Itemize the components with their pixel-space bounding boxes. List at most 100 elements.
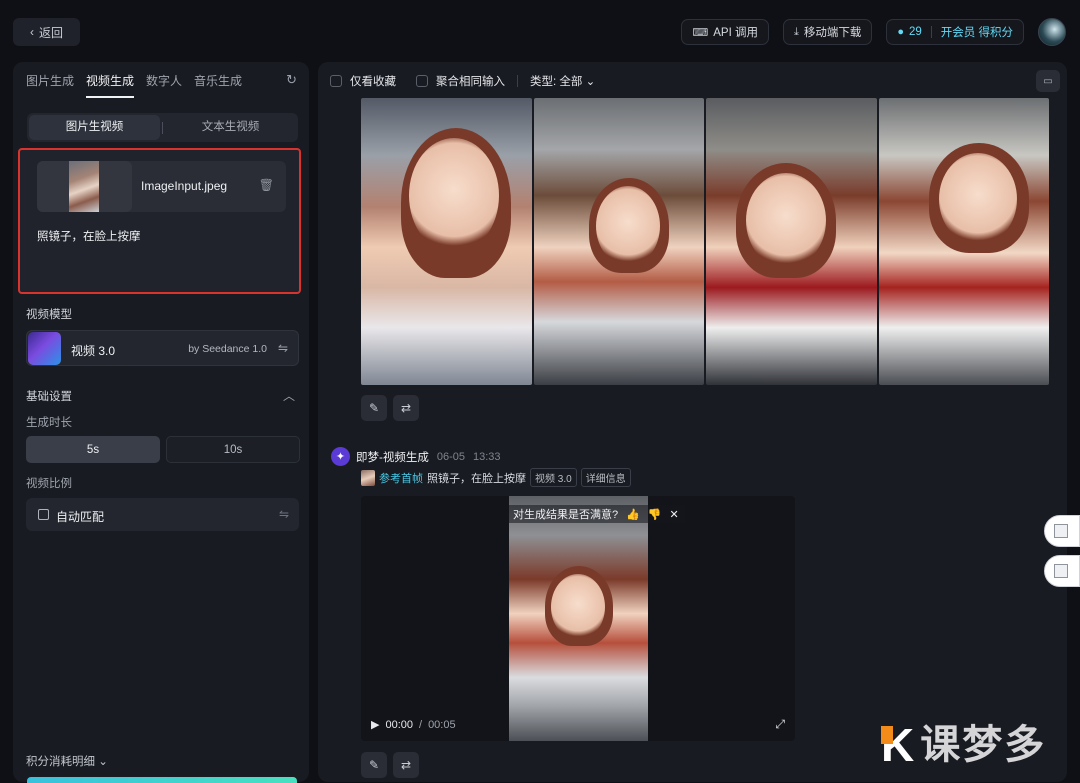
tab-image-to-video[interactable]: 图片生视频 <box>29 115 160 140</box>
generation-title: 即梦-视频生成 <box>356 451 429 464</box>
api-icon: ⌨ <box>692 26 709 39</box>
adjust-icon[interactable]: ⇋ <box>279 507 289 521</box>
left-panel: 图片生成 视频生成 数字人 音乐生成 ↻ 图片生视频 文本生视频 ImageIn… <box>13 62 309 783</box>
jimeng-logo-icon: ✦ <box>331 447 350 466</box>
avatar[interactable] <box>1038 18 1066 46</box>
video-mode-tabs: 图片生视频 文本生视频 <box>27 113 298 142</box>
tab-music-gen[interactable]: 音乐生成 <box>194 72 242 98</box>
floating-button-2[interactable] <box>1044 555 1080 587</box>
api-label: API 调用 <box>713 27 758 39</box>
thumbnail-image <box>69 161 99 212</box>
feedback-bar: 对生成结果是否满意? 👍 👎 ✕ <box>509 505 685 523</box>
adjust-icon[interactable]: ⇋ <box>278 341 288 355</box>
duration-10s-button[interactable]: 10s <box>166 436 300 463</box>
vip-label: 开会员 得积分 <box>940 27 1013 39</box>
video-controls: ▶ 00:00 / 00:05 <box>371 718 456 732</box>
model-section-label: 视频模型 <box>26 309 72 321</box>
ratio-icon <box>38 509 49 520</box>
floating-button-1[interactable] <box>1044 515 1080 547</box>
close-icon[interactable]: ✕ <box>670 508 679 521</box>
reference-thumbnail[interactable] <box>361 469 375 486</box>
only-favorites-checkbox[interactable] <box>330 75 342 87</box>
total-time: 00:05 <box>428 718 456 731</box>
tab-digital-human[interactable]: 数字人 <box>146 72 182 98</box>
mobile-download-button[interactable]: ⤓ 移动端下载 <box>782 19 873 45</box>
video-frame <box>509 496 648 741</box>
aggregate-checkbox[interactable] <box>416 75 428 87</box>
prompt-text[interactable]: 照镜子，在脸上按摩 <box>37 228 141 244</box>
type-filter-label: 类型: 全部 <box>530 76 583 88</box>
uploaded-image-thumbnail[interactable] <box>37 161 132 212</box>
broken-image-icon <box>1054 524 1068 538</box>
image-result-grid <box>361 98 1049 385</box>
model-thumbnail <box>28 332 61 365</box>
filter-bar: 仅看收藏 聚合相同输入 类型: 全部 ⌄ <box>330 73 595 89</box>
result-image-1[interactable] <box>361 98 532 385</box>
basic-settings-label: 基础设置 <box>26 391 72 403</box>
face-shape <box>551 574 605 640</box>
top-right-actions: ⌨ API 调用 ⤓ 移动端下载 ● 29 开会员 得积分 <box>681 18 1066 46</box>
chevron-up-icon[interactable]: ︿ <box>283 387 295 404</box>
face-shape <box>409 138 499 253</box>
image-actions: ✎ ⇄ <box>361 395 419 421</box>
reference-frame-link[interactable]: 参考首帧 <box>379 470 423 486</box>
duration-5s-button[interactable]: 5s <box>26 436 160 463</box>
uploaded-file-card: ImageInput.jpeg 🗑 <box>37 161 286 212</box>
type-filter-dropdown[interactable]: 类型: 全部 ⌄ <box>530 73 595 89</box>
divider <box>162 121 163 134</box>
model-tag[interactable]: 视频 3.0 <box>530 468 577 487</box>
reference-row: 参考首帧 照镜子，在脸上按摩 视频 3.0 详细信息 <box>361 468 631 487</box>
prompt-input-box[interactable]: ImageInput.jpeg 🗑 照镜子，在脸上按摩 <box>18 148 301 294</box>
result-image-2[interactable] <box>533 98 704 385</box>
results-panel: 仅看收藏 聚合相同输入 类型: 全部 ⌄ ▭ ✎ ⇄ ✦ 即梦-视频生成 06-… <box>318 62 1067 782</box>
aggregate-label: 聚合相同输入 <box>436 76 505 88</box>
tab-image-gen[interactable]: 图片生成 <box>26 72 74 98</box>
watermark-text: 课梦多 <box>920 723 1047 767</box>
fullscreen-icon[interactable]: ⤢ <box>775 717 785 732</box>
download-icon: ⤓ <box>793 25 799 38</box>
only-favorites-label: 仅看收藏 <box>350 76 396 88</box>
divider <box>517 75 518 87</box>
api-button[interactable]: ⌨ API 调用 <box>681 19 769 45</box>
tab-video-gen[interactable]: 视频生成 <box>86 72 135 98</box>
credits-detail-toggle[interactable]: 积分消耗明细 ⌄ <box>26 753 108 769</box>
time-separator: / <box>419 718 423 731</box>
generation-header: ✦ 即梦-视频生成 06-05 13:33 <box>331 447 501 466</box>
result-image-4[interactable] <box>878 98 1049 385</box>
model-name: 视频 3.0 <box>71 344 116 358</box>
chevron-down-icon: ⌄ <box>98 756 108 768</box>
regenerate-icon[interactable]: ⇄ <box>393 395 419 421</box>
watermark-mark: K <box>881 722 914 768</box>
thumbs-up-icon[interactable]: 👍 <box>626 508 640 521</box>
face-shape <box>938 153 1017 245</box>
face-shape <box>595 186 660 266</box>
result-image-3[interactable] <box>706 98 877 385</box>
model-provider: by Seedance 1.0 <box>188 343 267 355</box>
delete-icon[interactable]: 🗑 <box>259 178 274 192</box>
current-time: 00:00 <box>385 718 413 731</box>
video-player[interactable]: 对生成结果是否满意? 👍 👎 ✕ ▶ 00:00 / 00:05 ⤢ <box>361 496 795 741</box>
refresh-icon[interactable]: ↻ <box>286 72 297 88</box>
top-bar: ‹ 返回 ⌨ API 调用 ⤓ 移动端下载 ● 29 开会员 得积分 <box>0 0 1080 62</box>
ratio-value: 自动匹配 <box>56 510 105 524</box>
edit-icon[interactable]: ✎ <box>361 752 387 778</box>
face-shape <box>746 173 826 268</box>
generate-button[interactable] <box>27 777 297 783</box>
duration-label: 生成时长 <box>26 417 72 429</box>
credits-button[interactable]: ● 29 开会员 得积分 <box>886 19 1024 45</box>
back-button[interactable]: ‹ 返回 <box>13 18 80 46</box>
regenerate-icon[interactable]: ⇄ <box>393 752 419 778</box>
play-icon[interactable]: ▶ <box>371 718 379 731</box>
mobile-download-label: 移动端下载 <box>803 27 862 39</box>
folder-icon[interactable]: ▭ <box>1036 70 1060 92</box>
model-selector[interactable]: 视频 3.0 by Seedance 1.0 ⇋ <box>26 330 299 366</box>
generation-date: 06-05 <box>436 450 465 463</box>
detail-tag[interactable]: 详细信息 <box>580 468 631 487</box>
ratio-selector[interactable]: 自动匹配 ⇋ <box>26 498 299 531</box>
divider <box>930 26 932 38</box>
edit-icon[interactable]: ✎ <box>361 395 387 421</box>
credits-detail-label: 积分消耗明细 <box>26 756 95 768</box>
chevron-down-icon: ⌄ <box>585 76 596 88</box>
thumbs-down-icon[interactable]: 👎 <box>648 508 662 521</box>
tab-text-to-video[interactable]: 文本生视频 <box>165 115 296 140</box>
